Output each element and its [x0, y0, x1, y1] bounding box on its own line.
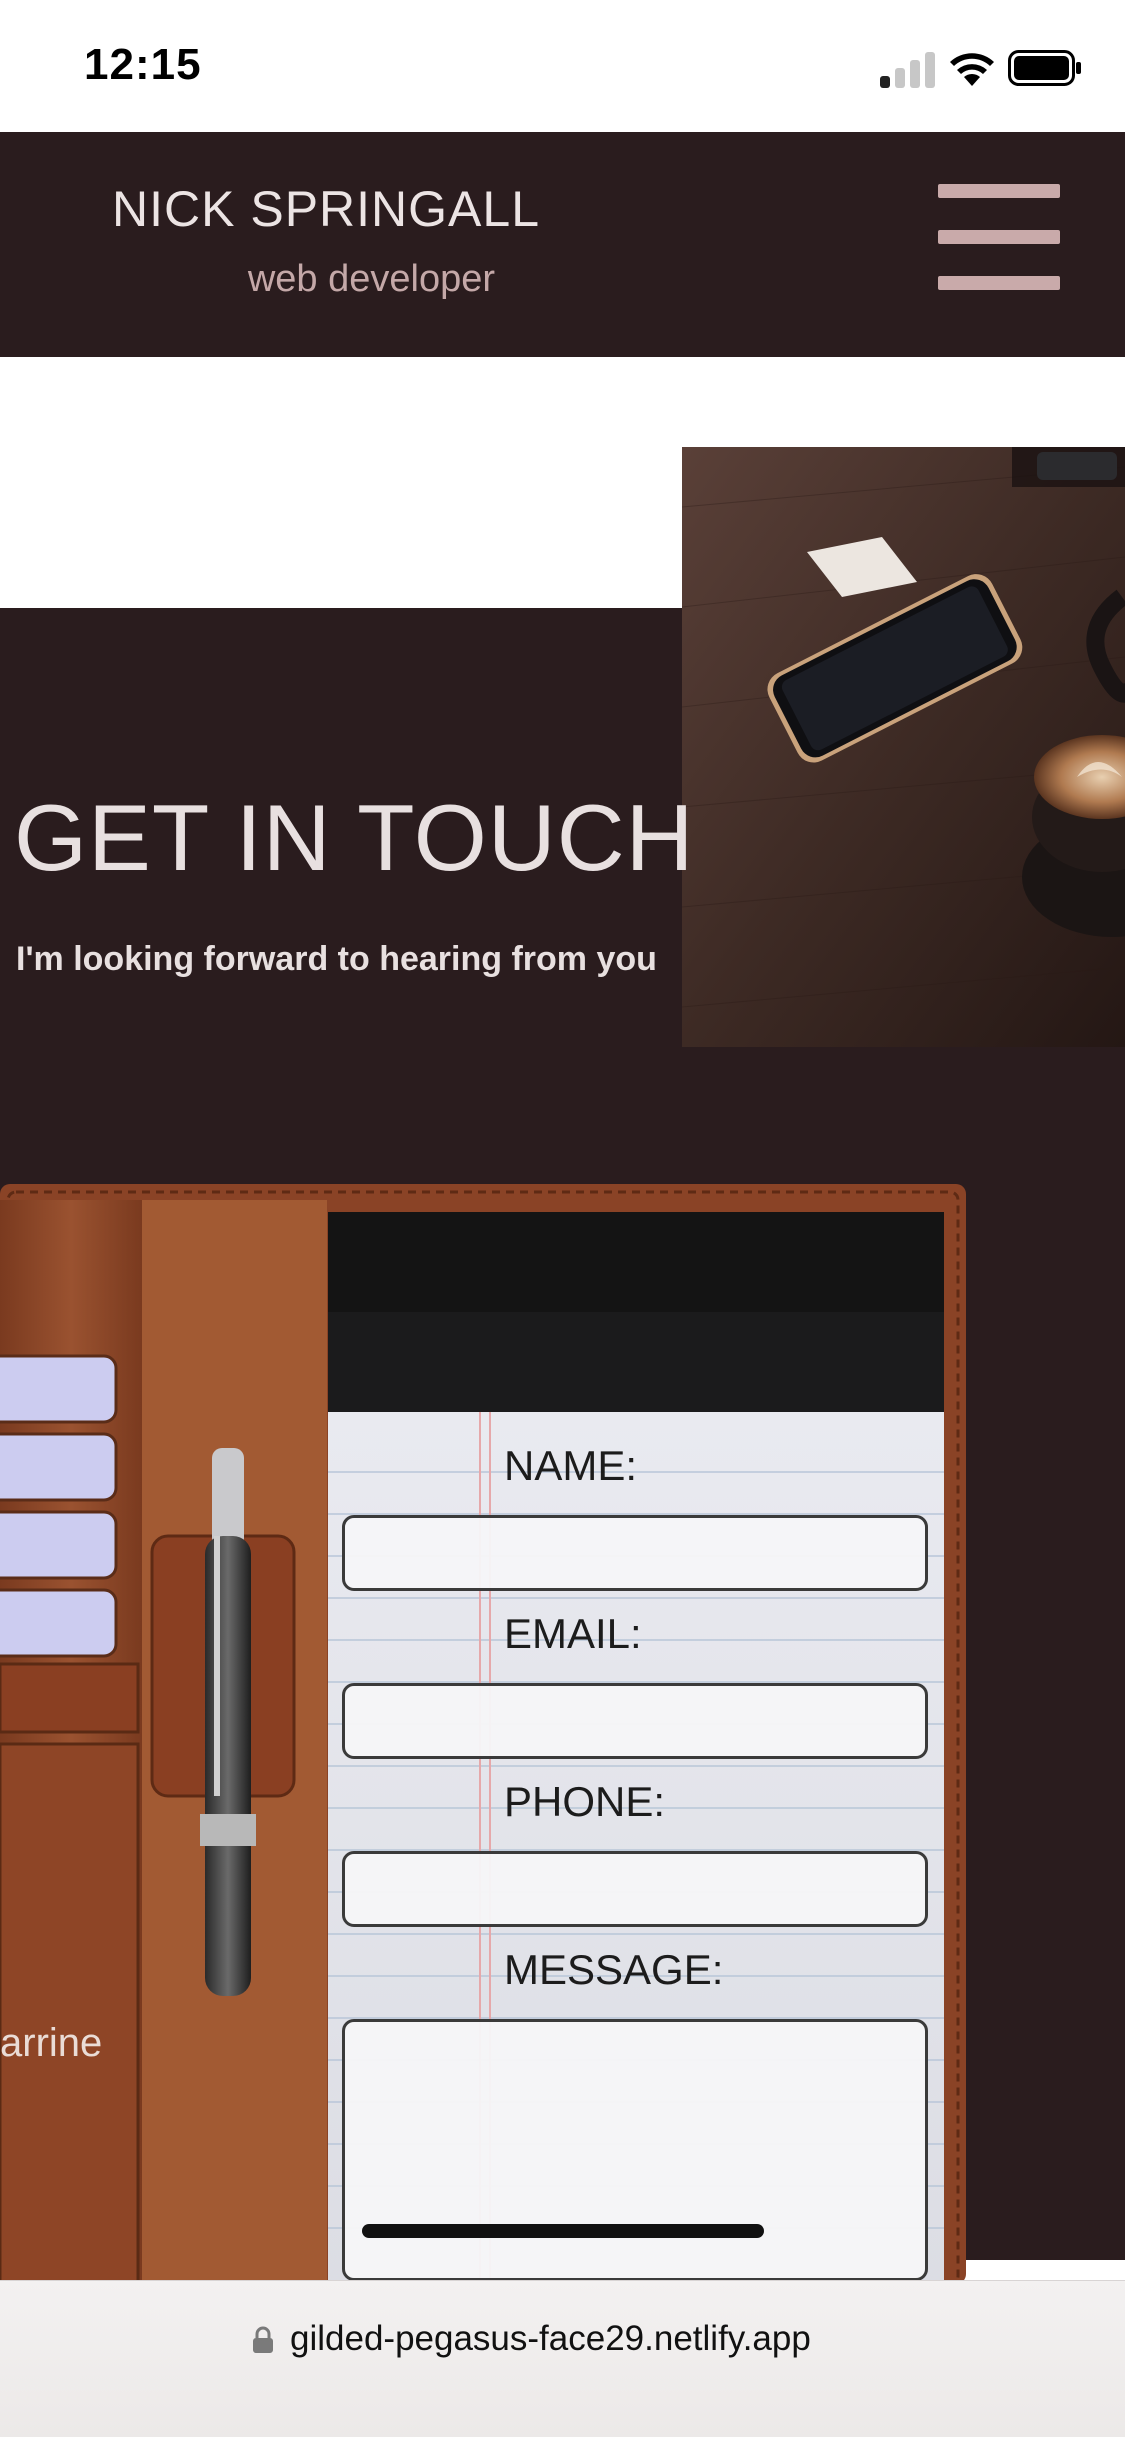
notebook-card-text: arrine: [0, 2021, 102, 2065]
page-title: GET IN TOUCH: [14, 785, 695, 890]
coffee-phone-photo: [682, 447, 1125, 1047]
status-time: 12:15: [84, 40, 202, 89]
hamburger-menu-icon[interactable]: [938, 184, 1060, 294]
site-tagline: web developer: [247, 258, 495, 300]
message-field[interactable]: [342, 2019, 928, 2281]
url-text[interactable]: gilded-pegasus-face29.netlify.app: [290, 2319, 811, 2359]
email-field[interactable]: [342, 1683, 928, 1759]
battery-icon: [1008, 50, 1081, 86]
site-title[interactable]: NICK SPRINGALL: [112, 180, 540, 238]
name-field[interactable]: [342, 1515, 928, 1591]
site-header: NICK SPRINGALL web developer: [0, 132, 1125, 357]
status-bar: 12:15: [0, 0, 1125, 132]
page-subtitle: I'm looking forward to hearing from you: [16, 940, 657, 978]
wifi-icon: [950, 53, 994, 86]
phone-field[interactable]: [342, 1851, 928, 1927]
lock-icon: [253, 2326, 273, 2353]
home-indicator[interactable]: [362, 2224, 764, 2238]
cellular-signal-icon: [880, 52, 936, 88]
browser-url-bar[interactable]: gilded-pegasus-face29.netlify.app: [0, 2280, 1125, 2437]
